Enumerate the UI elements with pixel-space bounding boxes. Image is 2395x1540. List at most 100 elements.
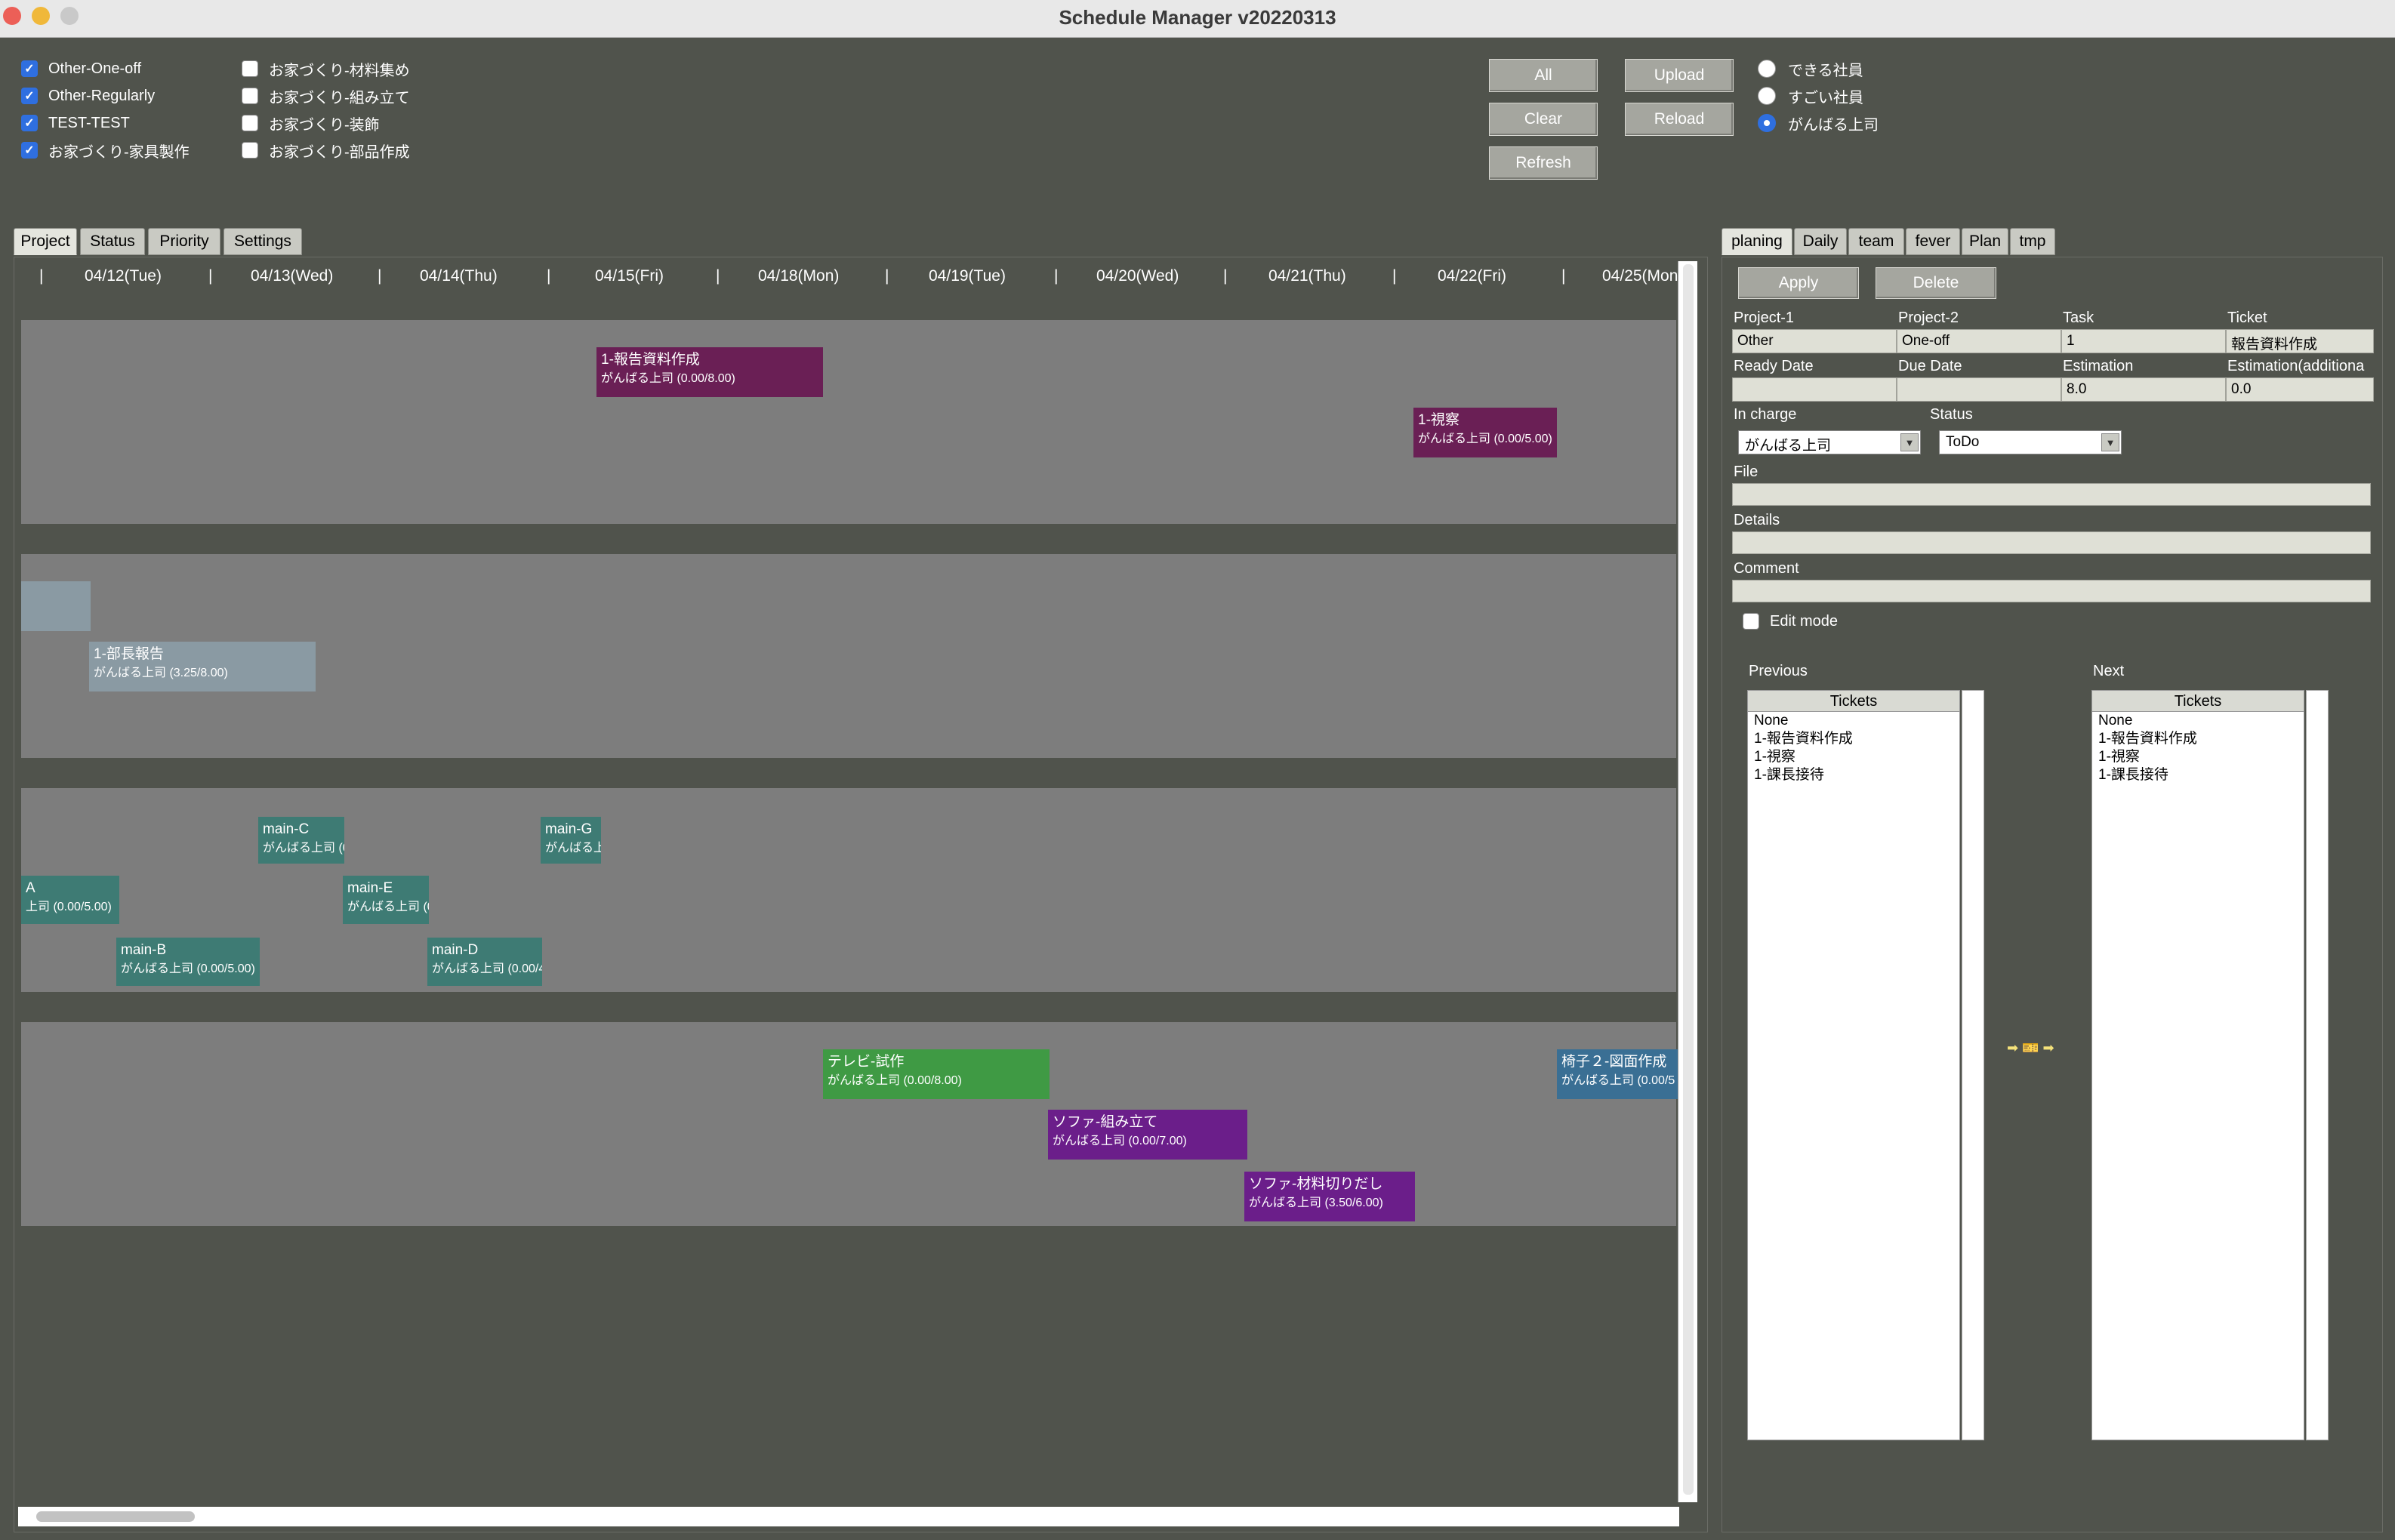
list-item[interactable]: 1-報告資料作成 [1748, 730, 1959, 748]
filter-col2-1[interactable]: お家づくり-組み立て [242, 85, 410, 107]
tab-tmp[interactable]: tmp [2010, 228, 2055, 255]
task-bar[interactable]: A 上司 (0.00/5.00) [21, 876, 119, 924]
filter-checkbox[interactable]: ✓ [21, 115, 38, 131]
list-item[interactable]: 1-報告資料作成 [2092, 730, 2304, 748]
file-field[interactable] [1732, 483, 2371, 506]
user-option-0[interactable]: できる社員 [1758, 57, 1863, 80]
tab-project[interactable]: Project [14, 228, 77, 255]
user-radio[interactable] [1758, 87, 1776, 105]
list-item[interactable]: None [2092, 712, 2304, 730]
task-name: main-B [121, 942, 167, 958]
task-bar[interactable]: main-C がんばる上司 (0.00/3.00) [258, 817, 344, 864]
chart-horizontal-scrollbar[interactable] [18, 1507, 1679, 1526]
filter-label: Other-Regularly [48, 87, 156, 104]
task-bar[interactable]: main-B がんばる上司 (0.00/5.00) [116, 938, 260, 986]
status-value: ToDo [1946, 434, 1980, 450]
task-bar[interactable] [21, 581, 91, 631]
tab-daily[interactable]: Daily [1794, 228, 1847, 255]
apply-button[interactable]: Apply [1738, 267, 1859, 299]
tab-priority[interactable]: Priority [148, 228, 220, 255]
list-item[interactable]: 1-課長接待 [1748, 766, 1959, 784]
delete-button[interactable]: Delete [1876, 267, 1996, 299]
filter-col2-3[interactable]: お家づくり-部品作成 [242, 139, 410, 162]
file-label: File [1734, 464, 1758, 480]
details-field[interactable] [1732, 531, 2371, 554]
user-radio[interactable] [1758, 114, 1776, 132]
filter-checkbox[interactable]: ✓ [21, 88, 38, 104]
ready-date-field[interactable] [1732, 377, 1897, 402]
date-separator: | [1223, 267, 1228, 285]
project2-field[interactable]: One-off [1897, 329, 2061, 353]
user-label: がんばる上司 [1788, 116, 1879, 134]
task-bar[interactable]: 1-報告資料作成 がんばる上司 (0.00/8.00) [596, 347, 823, 397]
estimation-field[interactable]: 8.0 [2061, 377, 2226, 402]
filter-checkbox[interactable]: ✓ [21, 60, 38, 77]
refresh-button[interactable]: Refresh [1489, 146, 1598, 180]
next-tickets-list[interactable]: Tickets None 1-報告資料作成 1-視察 1-課長接待 [2091, 690, 2304, 1440]
horizontal-scroll-thumb[interactable] [36, 1511, 195, 1522]
user-radio[interactable] [1758, 60, 1776, 78]
filter-label: お家づくり-家具製作 [48, 143, 190, 161]
filter-col1-3[interactable]: ✓ お家づくり-家具製作 [21, 139, 190, 162]
filter-checkbox[interactable] [242, 88, 258, 104]
list-item[interactable]: 1-視察 [2092, 748, 2304, 766]
edit-mode-checkbox[interactable] [1743, 613, 1759, 630]
task-bar[interactable]: 1-視察 がんばる上司 (0.00/5.00) [1413, 408, 1557, 457]
filter-checkbox[interactable]: ✓ [21, 142, 38, 159]
task-bar[interactable]: main-D がんばる上司 (0.00/4.00) [427, 938, 542, 986]
edit-mode-toggle[interactable]: Edit mode [1743, 610, 1838, 633]
filter-col1-0[interactable]: ✓ Other-One-off [21, 57, 141, 80]
filter-label: Other-One-off [48, 60, 142, 77]
tab-settings[interactable]: Settings [223, 228, 302, 255]
due-date-field[interactable] [1897, 377, 2061, 402]
task-bar[interactable]: main-G がんばる上司 (0.00/2.00) [541, 817, 601, 864]
tab-fever[interactable]: fever [1906, 228, 1960, 255]
in-charge-select[interactable]: がんばる上司 ▼ [1738, 430, 1921, 454]
estimation-additional-field[interactable]: 0.0 [2226, 377, 2374, 402]
task-name: main-C [263, 821, 310, 837]
task-bar[interactable]: ソファ-材料切りだし がんばる上司 (3.50/6.00) [1244, 1172, 1415, 1221]
ticket-link-icon: ➡ 🎫 ➡ [2007, 1040, 2054, 1055]
task-bar[interactable]: テレビ-試作 がんばる上司 (0.00/8.00) [823, 1049, 1050, 1099]
filter-col2-0[interactable]: お家づくり-材料集め [242, 57, 410, 80]
reload-button[interactable]: Reload [1625, 103, 1734, 136]
previous-list-scrollbar[interactable] [1962, 690, 1984, 1440]
date-separator: | [1054, 267, 1059, 285]
list-item[interactable]: 1-課長接待 [2092, 766, 2304, 784]
upload-button[interactable]: Upload [1625, 59, 1734, 92]
filter-col2-2[interactable]: お家づくり-装飾 [242, 112, 380, 134]
due-date-label: Due Date [1898, 358, 1962, 374]
list-item[interactable]: 1-視察 [1748, 748, 1959, 766]
clear-button[interactable]: Clear [1489, 103, 1598, 136]
next-list-scrollbar[interactable] [2306, 690, 2329, 1440]
chart-vertical-scrollbar[interactable] [1678, 261, 1697, 1502]
all-button[interactable]: All [1489, 59, 1598, 92]
user-option-1[interactable]: すごい社員 [1758, 85, 1863, 107]
previous-tickets-list[interactable]: Tickets None 1-報告資料作成 1-視察 1-課長接待 [1747, 690, 1960, 1440]
task-bar[interactable]: ソファ-組み立て がんばる上司 (0.00/7.00) [1048, 1110, 1247, 1160]
task-bar[interactable]: 1-部長報告 がんばる上司 (3.25/8.00) [89, 642, 316, 691]
ready-date-label: Ready Date [1734, 358, 1814, 374]
chevron-down-icon[interactable]: ▼ [2101, 433, 2119, 451]
tab-plan[interactable]: Plan [1962, 228, 2008, 255]
task-bar[interactable]: main-E がんばる上司 (0.00/3.00) [343, 876, 429, 924]
task-field[interactable]: 1 [2061, 329, 2226, 353]
list-item[interactable]: None [1748, 712, 1959, 730]
tab-team[interactable]: team [1848, 228, 1904, 255]
user-option-2[interactable]: がんばる上司 [1758, 112, 1879, 134]
vertical-scroll-thumb[interactable] [1683, 264, 1694, 1495]
tab-planing[interactable]: planing [1722, 228, 1792, 255]
tab-status[interactable]: Status [80, 228, 145, 255]
project1-field[interactable]: Other [1732, 329, 1897, 353]
filter-checkbox[interactable] [242, 115, 258, 131]
ticket-field[interactable]: 報告資料作成 [2226, 329, 2374, 353]
comment-field[interactable] [1732, 580, 2371, 602]
task-bar[interactable]: 椅子２-図面作成 がんばる上司 (0.00/5 [1557, 1049, 1678, 1099]
ticket-label: Ticket [2227, 310, 2267, 326]
chevron-down-icon[interactable]: ▼ [1900, 433, 1919, 451]
filter-col1-1[interactable]: ✓ Other-Regularly [21, 85, 155, 107]
filter-col1-2[interactable]: ✓ TEST-TEST [21, 112, 130, 134]
filter-checkbox[interactable] [242, 142, 258, 159]
filter-checkbox[interactable] [242, 60, 258, 77]
status-select[interactable]: ToDo ▼ [1939, 430, 2122, 454]
